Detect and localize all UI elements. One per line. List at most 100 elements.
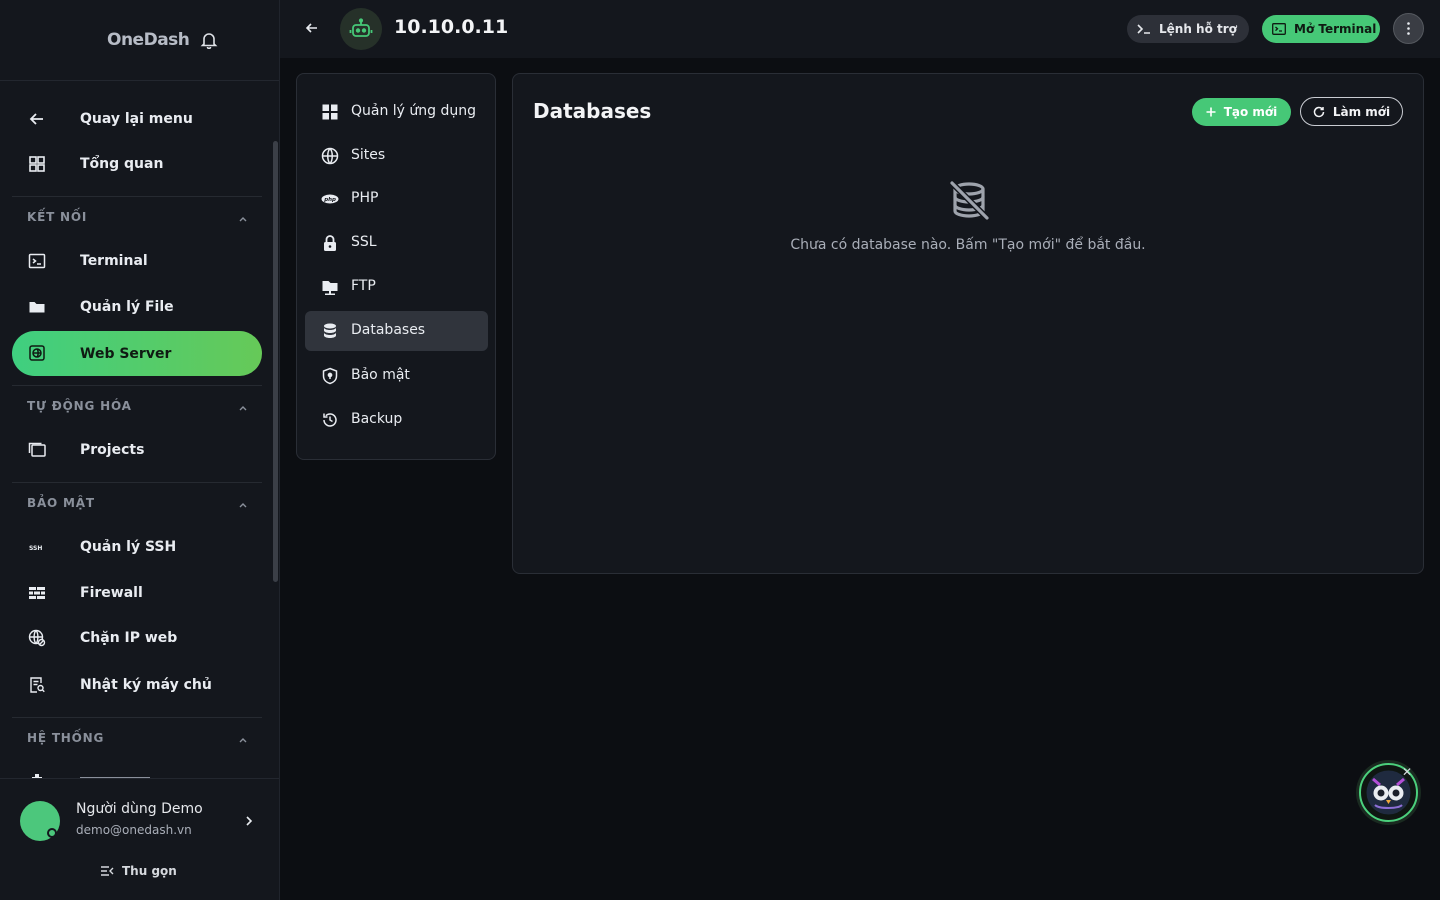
submenu-item-label: Databases bbox=[351, 322, 426, 338]
submenu-item-label: Bảo mật bbox=[351, 367, 410, 383]
help-commands-button[interactable]: Lệnh hỗ trợ bbox=[1127, 15, 1249, 43]
svg-text:php: php bbox=[323, 197, 336, 203]
submenu-item-sites[interactable]: Sites bbox=[305, 136, 488, 176]
chevron-up-icon bbox=[239, 738, 247, 743]
sidebar-item-label: Terminal bbox=[80, 253, 148, 269]
section-title: BẢO MẬT bbox=[27, 496, 95, 510]
submenu-item-label: PHP bbox=[351, 190, 379, 206]
refresh-label: Làm mới bbox=[1332, 104, 1391, 119]
close-assistant-icon[interactable]: ✕ bbox=[1402, 765, 1412, 779]
databases-panel: Databases Tạo mới Làm mới Chưa có databa… bbox=[512, 73, 1424, 574]
sidebar-scrollbar[interactable] bbox=[273, 141, 278, 582]
create-database-button[interactable]: Tạo mới bbox=[1192, 98, 1291, 126]
sidebar-item-terminal[interactable]: Terminal bbox=[12, 241, 262, 281]
create-database-label: Tạo mới bbox=[1223, 105, 1278, 119]
grid-icon bbox=[322, 104, 338, 120]
database-off-icon bbox=[949, 180, 990, 221]
sidebar-item-label: Nhật ký máy chủ bbox=[80, 677, 212, 693]
submenu-item-label: Sites bbox=[351, 147, 386, 163]
svg-text:SSH: SSH bbox=[29, 545, 42, 552]
sidebar-item-file-manager[interactable]: Quản lý File bbox=[12, 287, 262, 327]
projects-icon bbox=[28, 442, 46, 457]
ssh-icon: SSH bbox=[29, 545, 42, 552]
sidebar-item-label: Web Server bbox=[80, 345, 172, 362]
prompt-icon bbox=[1137, 24, 1150, 34]
collapse-icon bbox=[101, 866, 114, 876]
sidebar-item-server-log[interactable]: Nhật ký máy chủ bbox=[12, 665, 262, 705]
section-title: KẾT NỐI bbox=[27, 210, 88, 224]
submenu-item-apps[interactable]: Quản lý ứng dụng bbox=[305, 92, 488, 132]
dashboard-icon bbox=[29, 156, 45, 172]
submenu-item-php[interactable]: php PHP bbox=[305, 179, 488, 219]
section-header-security[interactable]: BẢO MẬT bbox=[12, 482, 262, 526]
sidebar-nav[interactable]: Quay lại menu Tổng quan KẾT NỐI Terminal… bbox=[0, 81, 279, 778]
section-header-connect[interactable]: KẾT NỐI bbox=[12, 196, 262, 240]
sidebar-item-ssh[interactable]: SSH Quản lý SSH bbox=[12, 527, 262, 567]
submenu-item-security[interactable]: Bảo mật bbox=[305, 356, 488, 396]
section-header-system[interactable]: HỆ THỐNG bbox=[12, 717, 262, 761]
submenu-item-label: FTP bbox=[351, 278, 376, 294]
backup-icon bbox=[323, 413, 337, 427]
online-status-dot bbox=[47, 828, 57, 838]
bell-icon[interactable] bbox=[200, 31, 218, 49]
server-title: 10.10.0.11 bbox=[394, 16, 509, 38]
chevron-up-icon bbox=[239, 217, 247, 222]
sidebar-item-block-ip[interactable]: Chặn IP web bbox=[12, 618, 262, 658]
brand-header: OneDash bbox=[0, 0, 279, 81]
sidebar-item-label: Projects bbox=[80, 442, 145, 458]
terminal-icon bbox=[28, 253, 46, 269]
sidebar-item-firewall[interactable]: Firewall bbox=[12, 573, 262, 613]
more-vertical-icon bbox=[1407, 22, 1410, 35]
sidebar: OneDash Quay lại menu Tổng quan KẾT NỐI … bbox=[0, 0, 280, 900]
submenu-item-backup[interactable]: Backup bbox=[305, 400, 488, 440]
sidebar-item-back[interactable]: Quay lại menu bbox=[12, 99, 262, 139]
gear-icon bbox=[32, 774, 42, 778]
shield-icon bbox=[322, 367, 338, 385]
more-options-button[interactable] bbox=[1393, 13, 1424, 44]
sidebar-item-label: Quay lại menu bbox=[80, 111, 193, 127]
top-bar: 10.10.0.11 Lệnh hỗ trợ Mở Terminal bbox=[280, 0, 1440, 58]
sidebar-item-overview[interactable]: Tổng quan bbox=[12, 144, 262, 184]
php-icon: php bbox=[321, 194, 339, 204]
collapse-label: Thu gọn bbox=[122, 864, 177, 878]
chevron-up-icon bbox=[239, 406, 247, 411]
sidebar-item-label: Quản lý SSH bbox=[80, 539, 177, 555]
refresh-button[interactable]: Làm mới bbox=[1300, 97, 1403, 126]
sidebar-item-label: Quản lý File bbox=[80, 299, 174, 315]
help-commands-label: Lệnh hỗ trợ bbox=[1159, 22, 1237, 36]
brand-logo: OneDash bbox=[107, 30, 190, 50]
open-terminal-label: Mở Terminal bbox=[1294, 22, 1377, 36]
section-title: TỰ ĐỘNG HÓA bbox=[27, 399, 132, 413]
sidebar-item-web-server[interactable]: Web Server bbox=[12, 331, 262, 376]
section-header-automation[interactable]: TỰ ĐỘNG HÓA bbox=[12, 385, 262, 429]
sidebar-item-projects[interactable]: Projects bbox=[12, 430, 262, 470]
submenu-item-label: Backup bbox=[351, 411, 403, 427]
web-server-submenu: Quản lý ứng dụng Sites php PHP SSL FTP D… bbox=[296, 73, 496, 460]
user-name: Người dùng Demo bbox=[76, 801, 203, 817]
sidebar-item-label: Chặn IP web bbox=[80, 630, 178, 646]
empty-state-message: Chưa có database nào. Bấm "Tạo mới" để b… bbox=[790, 237, 1146, 253]
chevron-up-icon bbox=[239, 503, 247, 508]
server-avatar bbox=[340, 8, 382, 50]
user-profile[interactable]: Người dùng Demo demo@onedash.vn Thu gọn bbox=[0, 778, 279, 900]
lock-icon bbox=[324, 235, 336, 251]
log-icon bbox=[30, 677, 45, 693]
submenu-item-databases[interactable]: Databases bbox=[305, 311, 488, 351]
folder-icon bbox=[29, 302, 45, 313]
arrow-left-icon bbox=[29, 113, 43, 125]
section-title: HỆ THỐNG bbox=[27, 731, 105, 745]
chevron-right-icon[interactable] bbox=[244, 815, 254, 827]
open-terminal-button[interactable]: Mở Terminal bbox=[1262, 15, 1380, 43]
firewall-icon bbox=[29, 587, 45, 599]
plus-icon bbox=[1206, 107, 1216, 117]
user-email: demo@onedash.vn bbox=[76, 823, 192, 837]
back-arrow-icon[interactable] bbox=[305, 21, 319, 35]
page-title: Databases bbox=[533, 99, 652, 123]
terminal-icon bbox=[1272, 23, 1286, 35]
collapse-button[interactable]: Thu gọn bbox=[100, 864, 177, 878]
submenu-item-ssl[interactable]: SSL bbox=[305, 223, 488, 263]
submenu-item-ftp[interactable]: FTP bbox=[305, 267, 488, 307]
submenu-item-label: Quản lý ứng dụng bbox=[351, 103, 477, 119]
globe-icon bbox=[29, 345, 45, 361]
submenu-item-label: SSL bbox=[351, 234, 377, 250]
